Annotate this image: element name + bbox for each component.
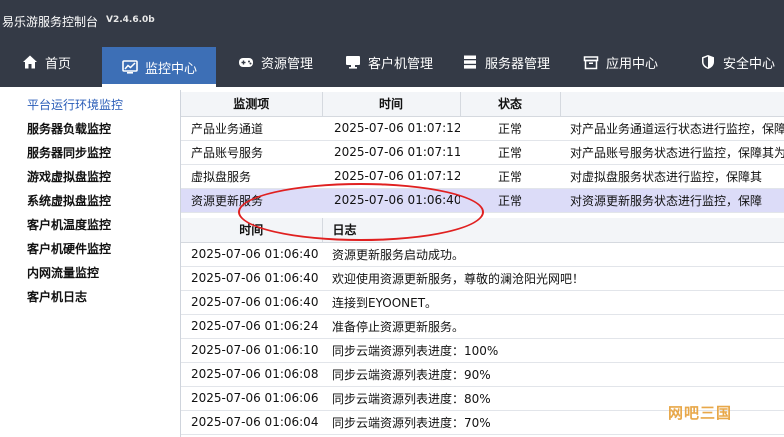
log-row[interactable]: 2025-07-06 01:06:08 同步云端资源列表进度：90% [181, 362, 784, 387]
cell-time: 2025-07-06 01:07:12 [322, 164, 460, 189]
cell-status: 正常 [460, 116, 560, 141]
sidebar-item-game-vdisk[interactable]: 游戏虚拟盘监控 [27, 168, 111, 185]
server-icon [464, 55, 476, 69]
nav-clients[interactable]: 客户机管理 [345, 45, 433, 79]
sidebar: 平台运行环境监控 服务器负载监控 服务器同步监控 游戏虚拟盘监控 系统虚拟盘监控… [0, 87, 180, 437]
sidebar-item-platform-env[interactable]: 平台运行环境监控 [27, 96, 123, 113]
log-row[interactable]: 2025-07-06 01:06:24 准备停止资源更新服务。 [181, 314, 784, 339]
log-table-header: 时间 日志 [181, 218, 784, 243]
box-icon [583, 56, 599, 70]
nav-resources-label: 资源管理 [261, 56, 314, 72]
column-header-description[interactable] [560, 92, 784, 117]
nav-apps[interactable]: 应用中心 [583, 45, 658, 79]
gamepad-icon [239, 58, 253, 67]
monitor-table-header: 监测项 时间 状态 [181, 92, 784, 117]
log-row[interactable]: 2025-07-06 01:06:40 资源更新服务启动成功。 [181, 242, 784, 267]
log-text: 同步云端资源列表进度：90% [322, 362, 784, 387]
cell-item: 虚拟盘服务 [181, 164, 322, 189]
column-header-time[interactable]: 时间 [322, 92, 461, 117]
sidebar-item-client-temp[interactable]: 客户机温度监控 [27, 216, 111, 233]
column-header-log-time[interactable]: 时间 [181, 218, 323, 243]
table-row-selected[interactable]: 资源更新服务 2025-07-06 01:06:40 正常 对资源更新服务状态进… [181, 188, 784, 213]
log-time: 2025-07-06 01:06:40 [181, 290, 322, 315]
nav-resources[interactable]: 资源管理 [238, 45, 313, 79]
log-time: 2025-07-06 01:06:40 [181, 266, 322, 291]
nav-servers-label: 服务器管理 [485, 56, 551, 72]
log-row[interactable]: 2025-07-06 01:06:10 同步云端资源列表进度：100% [181, 338, 784, 363]
cell-time: 2025-07-06 01:07:11 [322, 140, 460, 165]
log-row[interactable]: 2025-07-06 01:06:40 连接到EYOONET。 [181, 290, 784, 315]
log-time: 2025-07-06 01:06:08 [181, 362, 322, 387]
computer-icon [346, 56, 360, 69]
app-version: V2.4.6.0b [106, 15, 155, 25]
log-time: 2025-07-06 01:06:04 [181, 410, 322, 435]
app-title: 易乐游服务控制台 [2, 15, 99, 29]
log-text: 同步云端资源列表进度：100% [322, 338, 784, 363]
nav-security-label: 安全中心 [723, 56, 776, 72]
log-text: 资源更新服务启动成功。 [322, 242, 784, 267]
sidebar-item-client-log[interactable]: 客户机日志 [27, 288, 87, 305]
column-header-log[interactable]: 日志 [322, 218, 784, 243]
cell-description: 对产品业务通道运行状态进行监控，保障 [560, 116, 784, 141]
nav-clients-label: 客户机管理 [368, 56, 434, 72]
cell-status: 正常 [460, 164, 560, 189]
sidebar-item-server-sync[interactable]: 服务器同步监控 [27, 144, 111, 161]
cell-item: 产品业务通道 [181, 116, 322, 141]
log-time: 2025-07-06 01:06:06 [181, 386, 322, 411]
log-text: 欢迎使用资源更新服务，尊敬的澜沧阳光网吧！ [322, 266, 784, 291]
monitor-table: 监测项 时间 状态 产品业务通道 2025-07-06 01:07:12 正常 … [181, 92, 784, 213]
cell-description: 对资源更新服务状态进行监控，保障 [560, 188, 784, 213]
cell-description: 对产品账号服务状态进行监控，保障其为 [560, 140, 784, 165]
cell-status: 正常 [460, 188, 560, 213]
column-header-item[interactable]: 监测项 [181, 92, 323, 117]
cell-description: 对虚拟盘服务状态进行监控，保障其 [560, 164, 784, 189]
cell-item: 产品账号服务 [181, 140, 322, 165]
log-text: 准备停止资源更新服务。 [322, 314, 784, 339]
sidebar-item-lan-traffic[interactable]: 内网流量监控 [27, 264, 99, 281]
title-bar: 易乐游服务控制台 V2.4.6.0b [0, 0, 784, 37]
home-icon [23, 55, 37, 69]
column-header-status[interactable]: 状态 [460, 92, 561, 117]
main-nav: 首页 监控中心 资源管理 客户机管理 服务器管理 应用中心 安全中心 [0, 37, 784, 87]
log-text: 连接到EYOONET。 [322, 290, 784, 315]
cell-time: 2025-07-06 01:06:40 [322, 188, 460, 213]
monitor-icon [122, 60, 138, 74]
nav-home-label: 首页 [45, 56, 72, 72]
cell-status: 正常 [460, 140, 560, 165]
table-row[interactable]: 产品账号服务 2025-07-06 01:07:11 正常 对产品账号服务状态进… [181, 140, 784, 165]
nav-home[interactable]: 首页 [22, 45, 71, 79]
sidebar-item-system-vdisk[interactable]: 系统虚拟盘监控 [27, 192, 111, 209]
sidebar-item-client-hardware[interactable]: 客户机硬件监控 [27, 240, 111, 257]
shield-icon [702, 55, 714, 69]
table-row[interactable]: 虚拟盘服务 2025-07-06 01:07:12 正常 对虚拟盘服务状态进行监… [181, 164, 784, 189]
cell-item: 资源更新服务 [181, 188, 322, 213]
nav-servers[interactable]: 服务器管理 [462, 45, 550, 79]
log-time: 2025-07-06 01:06:40 [181, 242, 322, 267]
nav-apps-label: 应用中心 [606, 56, 659, 72]
watermark-logo: 网吧三国 [668, 404, 733, 422]
sidebar-item-server-load[interactable]: 服务器负载监控 [27, 120, 111, 137]
nav-monitor-label: 监控中心 [145, 61, 198, 77]
log-row[interactable]: 2025-07-06 01:06:40 欢迎使用资源更新服务，尊敬的澜沧阳光网吧！ [181, 266, 784, 291]
main-content: 监测项 时间 状态 产品业务通道 2025-07-06 01:07:12 正常 … [180, 90, 784, 437]
log-time: 2025-07-06 01:06:10 [181, 338, 322, 363]
nav-monitor[interactable]: 监控中心 [102, 47, 216, 87]
log-time: 2025-07-06 01:06:24 [181, 314, 322, 339]
cell-time: 2025-07-06 01:07:12 [322, 116, 460, 141]
nav-security[interactable]: 安全中心 [700, 45, 775, 79]
table-row[interactable]: 产品业务通道 2025-07-06 01:07:12 正常 对产品业务通道运行状… [181, 116, 784, 141]
